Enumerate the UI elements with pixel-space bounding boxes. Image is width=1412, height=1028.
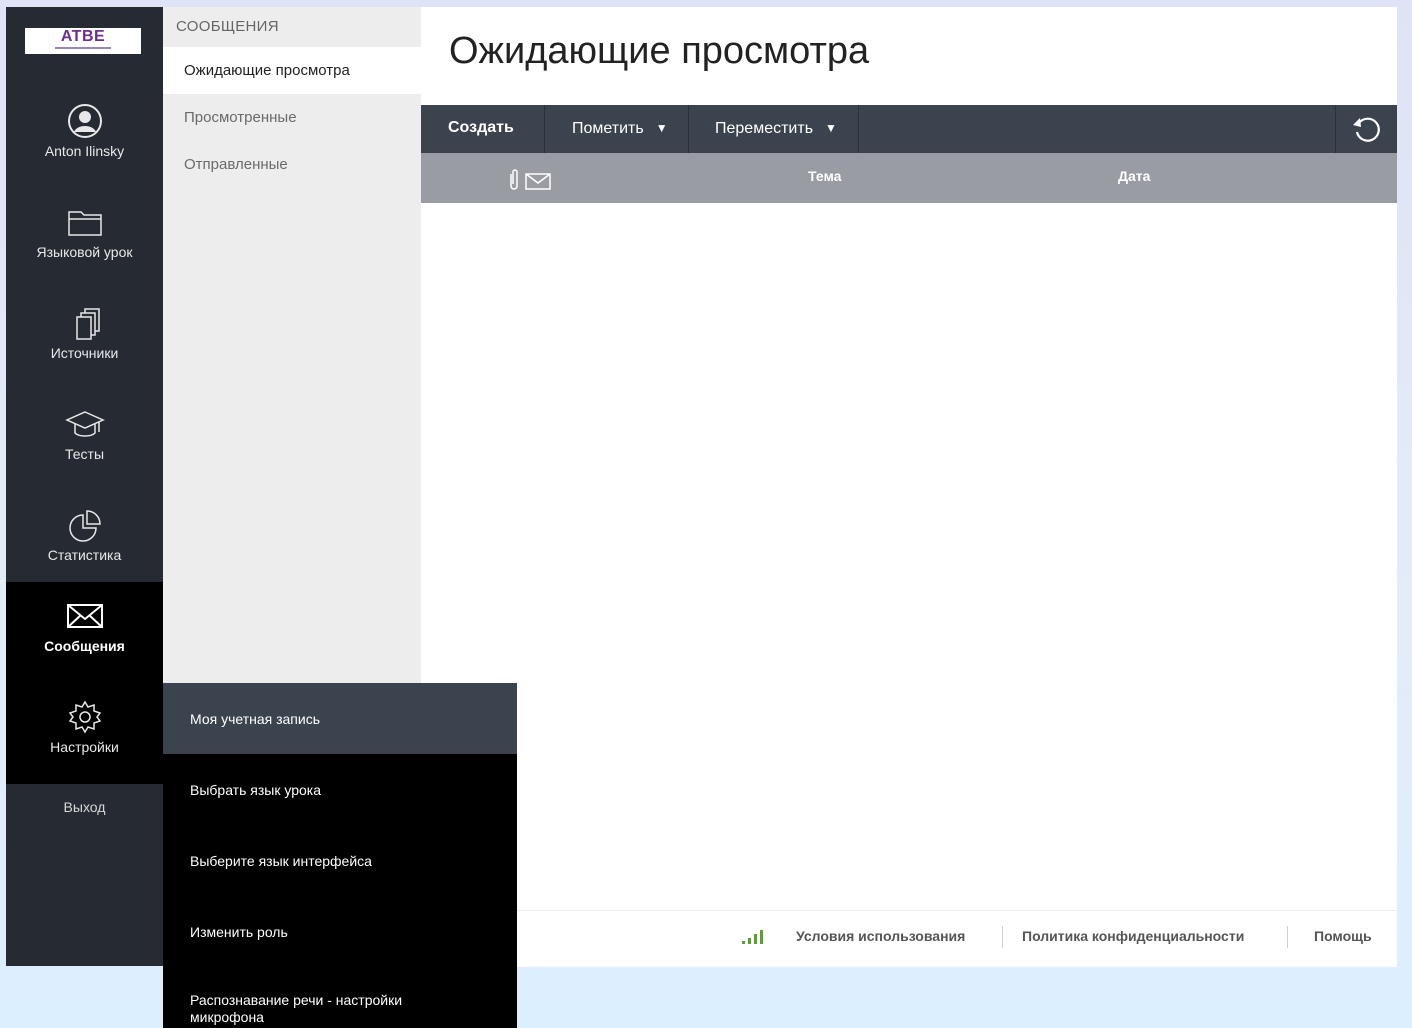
main-sidebar: ATBE Anton Ilinsky Языковой урок Источни… (6, 7, 163, 966)
refresh-button[interactable] (1335, 105, 1397, 153)
avatar-icon (67, 104, 102, 138)
graduation-cap-icon (64, 411, 105, 437)
logo-text: ATBE (60, 28, 106, 45)
sidebar-item-tests[interactable]: Тесты (6, 390, 163, 491)
refresh-icon (1353, 117, 1380, 142)
privacy-link[interactable]: Политика конфиденциальности (1022, 928, 1244, 944)
subnav-item-sent[interactable]: Отправленные (163, 141, 421, 188)
messages-table-header: Тема Дата (421, 153, 1397, 203)
column-subject[interactable]: Тема (808, 168, 841, 184)
sidebar-item-settings[interactable]: Настройки (6, 683, 163, 784)
footer-divider (1002, 926, 1003, 948)
atbe-logo[interactable]: ATBE (25, 28, 141, 54)
terms-link[interactable]: Условия использования (796, 928, 965, 944)
page-title: Ожидающие просмотра (449, 30, 870, 72)
move-dropdown[interactable]: Переместить ▼ (689, 105, 859, 153)
sidebar-item-label: Настройки (50, 739, 119, 755)
user-name: Anton Ilinsky (44, 143, 125, 159)
logo-underline (55, 47, 111, 49)
mark-dropdown-label: Пометить (572, 120, 644, 137)
menu-item-speech-recognition[interactable]: Распознавание речи - настройки микрофона (163, 981, 517, 1028)
table-header-icons (507, 166, 552, 197)
caret-down-icon: ▼ (825, 121, 837, 135)
column-date[interactable]: Дата (1118, 168, 1150, 184)
menu-item-interface-language[interactable]: Выберите язык интерфейса (163, 825, 517, 896)
envelope-icon (66, 604, 103, 628)
message-toolbar: Создать Пометить ▼ Переместить ▼ (421, 105, 1397, 153)
sidebar-item-messages[interactable]: Сообщения (6, 582, 163, 683)
gear-icon (68, 700, 101, 734)
sidebar-item-language-lesson[interactable]: Языковой урок (6, 188, 163, 289)
logout-link[interactable]: Выход (6, 799, 163, 815)
connection-signal-icon (742, 930, 763, 944)
create-button-label: Создать (448, 119, 514, 136)
documents-icon (75, 308, 100, 340)
menu-item-lesson-language[interactable]: Выбрать язык урока (163, 754, 517, 825)
menu-item-my-account[interactable]: Моя учетная запись (163, 683, 517, 754)
move-dropdown-label: Переместить (715, 120, 814, 137)
sidebar-item-label: Языковой урок (36, 244, 133, 260)
sidebar-item-sources[interactable]: Источники (6, 289, 163, 390)
sidebar-item-label: Источники (50, 345, 119, 361)
folder-icon (67, 211, 102, 236)
help-link[interactable]: Помощь (1314, 928, 1372, 944)
subnav-item-pending[interactable]: Ожидающие просмотра (163, 47, 421, 94)
subnav-title: СООБЩЕНИЯ (176, 18, 279, 35)
sidebar-item-label: Сообщения (44, 638, 125, 654)
mark-dropdown[interactable]: Пометить ▼ (545, 105, 689, 153)
sidebar-item-statistics[interactable]: Статистика (6, 491, 163, 592)
settings-flyout-menu: Моя учетная запись Выбрать язык урока Вы… (163, 683, 517, 1028)
create-button[interactable]: Создать (421, 105, 545, 153)
envelope-icon (525, 173, 552, 190)
sidebar-item-label: Статистика (47, 547, 122, 563)
menu-item-change-role[interactable]: Изменить роль (163, 896, 517, 967)
footer-divider (1287, 926, 1288, 948)
attachment-icon (510, 169, 518, 190)
page-footer: Условия использования Политика конфиденц… (421, 910, 1397, 967)
subnav-item-viewed[interactable]: Просмотренные (163, 94, 421, 141)
user-profile[interactable]: Anton Ilinsky (6, 87, 163, 188)
pie-chart-icon (68, 510, 101, 542)
caret-down-icon: ▼ (655, 121, 668, 135)
sidebar-item-label: Тесты (64, 446, 105, 462)
